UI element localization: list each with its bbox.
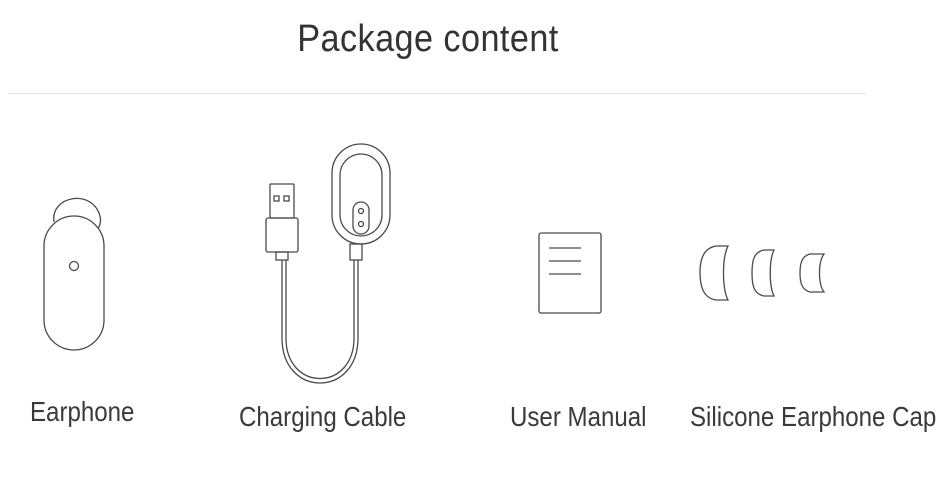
earphone-label: Earphone [30,396,135,427]
charging-cable-icon [265,143,391,384]
earphone-icon [43,197,105,351]
silicone-earphone-cap-label: Silicone Earphone Cap [690,401,937,432]
page-title: Package content [297,18,559,60]
silicone-earphone-cap-icon [699,245,826,301]
user-manual-label: User Manual [510,401,647,432]
user-manual-icon [538,232,602,314]
title-divider [8,93,866,94]
charging-cable-label: Charging Cable [239,401,407,432]
